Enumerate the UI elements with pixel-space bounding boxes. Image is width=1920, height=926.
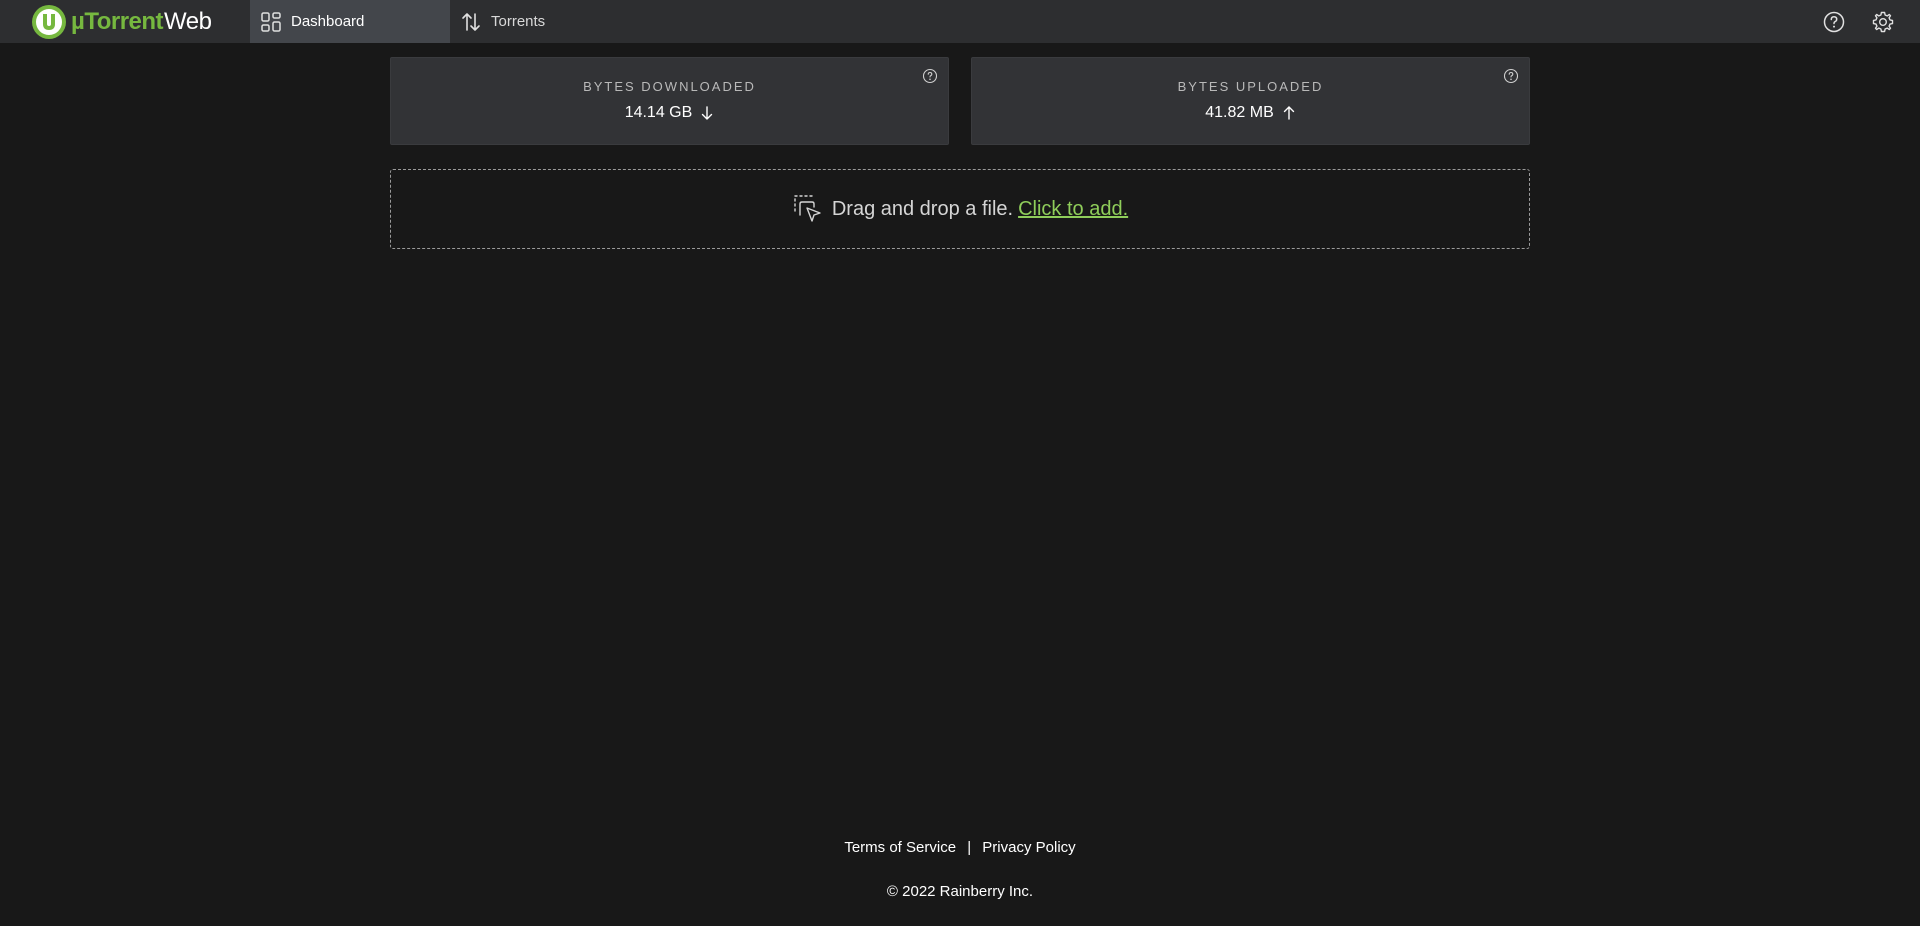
arrow-up-icon xyxy=(1283,106,1294,120)
help-circle-icon[interactable] xyxy=(922,68,938,84)
file-drop-zone[interactable]: Drag and drop a file. Click to add. xyxy=(390,169,1530,249)
bytes-uploaded-card: BYTES UPLOADED 41.82 MB xyxy=(971,57,1530,145)
app-brand-name: µTorrent xyxy=(71,7,164,35)
bytes-downloaded-value-row: 14.14 GB xyxy=(391,104,948,122)
bytes-downloaded-card: BYTES DOWNLOADED 14.14 GB xyxy=(390,57,949,145)
bytes-uploaded-value: 41.82 MB xyxy=(1205,104,1274,121)
app-title: µTorrent Web xyxy=(71,7,212,36)
settings-gear-icon xyxy=(1872,11,1894,32)
bytes-downloaded-value: 14.14 GB xyxy=(624,104,693,121)
click-to-add-link[interactable]: Click to add. xyxy=(1018,198,1128,221)
help-circle-icon[interactable] xyxy=(1503,68,1519,84)
drag-drop-pointer-icon xyxy=(794,195,821,222)
terms-of-service-link[interactable]: Terms of Service xyxy=(844,839,956,856)
dropzone-text: Drag and drop a file. xyxy=(831,197,1014,220)
tab-dashboard[interactable]: Dashboard xyxy=(250,0,450,43)
arrow-down-icon xyxy=(702,106,713,120)
footer-links: Terms of Service | Privacy Policy xyxy=(0,839,1920,856)
settings-button[interactable] xyxy=(1870,9,1896,35)
help-circle-icon xyxy=(1823,11,1845,32)
bytes-downloaded-label: BYTES DOWNLOADED xyxy=(583,79,756,94)
copyright-text: © 2022 Rainberry Inc. xyxy=(886,883,1034,900)
tab-torrents-label: Torrents xyxy=(491,13,546,30)
footer-separator: | xyxy=(967,839,972,856)
bytes-uploaded-label: BYTES UPLOADED xyxy=(1177,79,1324,94)
dashboard-grid-icon xyxy=(261,11,281,32)
topbar-actions xyxy=(1798,0,1920,43)
help-button[interactable] xyxy=(1821,9,1847,35)
utorrent-logo-icon xyxy=(32,4,66,39)
tab-torrents[interactable]: Torrents xyxy=(450,0,557,43)
app-logo[interactable]: µTorrent Web xyxy=(0,0,250,43)
app-brand-suffix: Web xyxy=(164,7,212,35)
top-navigation-bar: µTorrent Web Dashboard Torrents xyxy=(0,0,1920,43)
bytes-uploaded-value-row: 41.82 MB xyxy=(972,104,1529,122)
privacy-policy-link[interactable]: Privacy Policy xyxy=(982,839,1075,856)
tab-dashboard-label: Dashboard xyxy=(291,13,365,30)
transfer-arrows-icon xyxy=(462,12,480,31)
